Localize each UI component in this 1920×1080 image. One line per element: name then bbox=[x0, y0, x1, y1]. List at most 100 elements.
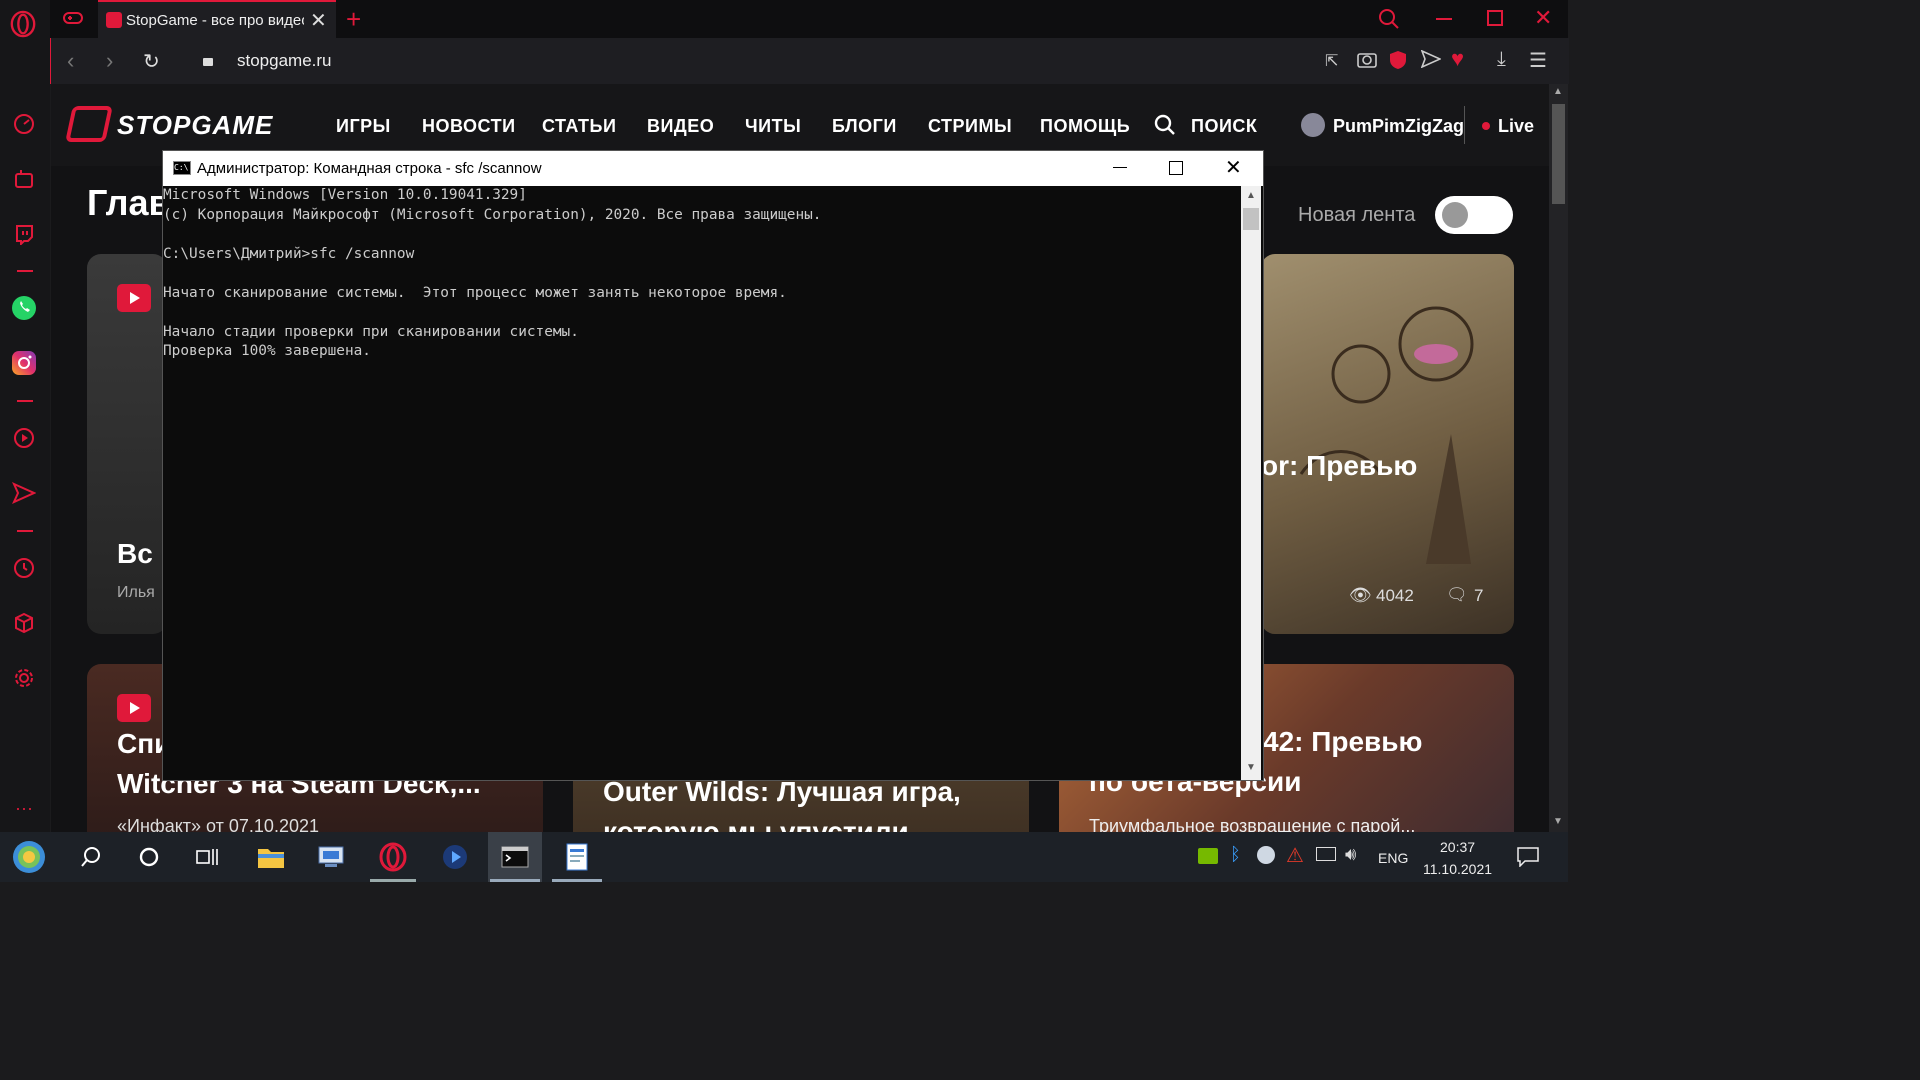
site-logo-text[interactable]: STOPGAME bbox=[117, 110, 273, 141]
twitch-icon[interactable] bbox=[10, 220, 38, 248]
username[interactable]: PumPimZigZag bbox=[1333, 116, 1464, 137]
user-avatar[interactable] bbox=[1301, 113, 1325, 137]
cmd-line: C:\Users\Дмитрий>sfc /scannow bbox=[163, 245, 415, 262]
live-link[interactable]: Live bbox=[1498, 116, 1534, 137]
whatsapp-icon[interactable] bbox=[10, 294, 38, 322]
network-tray-icon[interactable] bbox=[1316, 847, 1336, 861]
nav-blogs[interactable]: БЛОГИ bbox=[832, 116, 897, 137]
opera-gx-taskbar-icon[interactable] bbox=[376, 840, 410, 874]
cmd-maximize-icon[interactable] bbox=[1169, 161, 1183, 175]
cmd-taskbar-icon[interactable] bbox=[498, 840, 532, 874]
extensions-cube-icon[interactable] bbox=[10, 609, 38, 637]
settings-gear-icon[interactable] bbox=[10, 664, 38, 692]
restore-icon[interactable] bbox=[1487, 10, 1503, 26]
cmd-scroll-up-icon[interactable]: ▲ bbox=[1246, 190, 1256, 201]
comments-icon: 🗨 bbox=[1446, 585, 1468, 604]
player-icon[interactable] bbox=[10, 424, 38, 452]
video-play-icon bbox=[117, 694, 151, 722]
warning-tray-icon[interactable]: ⚠ bbox=[1286, 843, 1304, 868]
heart-icon[interactable]: ♥ bbox=[1451, 46, 1464, 72]
minimize-icon[interactable] bbox=[1436, 18, 1452, 20]
gx-control-icon[interactable] bbox=[10, 165, 38, 193]
url-field[interactable]: stopgame.ru bbox=[237, 51, 332, 71]
gamepad-icon[interactable] bbox=[62, 9, 84, 32]
cmd-line: Начало стадии проверки при сканировании … bbox=[163, 323, 579, 340]
cmd-titlebar[interactable]: C:\ Администратор: Командная строка - sf… bbox=[163, 151, 1263, 186]
speed-dial-icon[interactable] bbox=[10, 110, 38, 138]
scroll-down-icon[interactable]: ▼ bbox=[1553, 816, 1563, 827]
site-search-label[interactable]: ПОИСК bbox=[1191, 116, 1257, 137]
cmd-minimize-icon[interactable] bbox=[1113, 167, 1127, 168]
tab-close-icon[interactable]: ✕ bbox=[310, 8, 327, 33]
new-tab-icon[interactable]: + bbox=[346, 4, 361, 35]
nav-articles[interactable]: СТАТЬИ bbox=[542, 116, 616, 137]
clock-time[interactable]: 20:37 bbox=[1440, 839, 1475, 855]
language-indicator[interactable]: ENG bbox=[1378, 850, 1408, 866]
cmd-line bbox=[163, 225, 1241, 245]
cmd-line: Начато сканирование системы. Этот процес… bbox=[163, 284, 787, 301]
nvidia-tray-icon[interactable] bbox=[1198, 848, 1218, 864]
site-search-icon[interactable] bbox=[1154, 114, 1176, 141]
cmd-line bbox=[163, 303, 1241, 323]
back-icon[interactable]: ‹ bbox=[67, 48, 74, 74]
card-subtitle: Триумфальное возвращение с парой... bbox=[1089, 816, 1416, 832]
adblock-shield-icon[interactable] bbox=[1389, 50, 1407, 75]
cmd-scroll-down-icon[interactable]: ▼ bbox=[1246, 762, 1256, 773]
article-card[interactable]: Вс Илья bbox=[87, 254, 167, 634]
forward-icon[interactable]: › bbox=[106, 48, 113, 74]
media-player-icon[interactable] bbox=[438, 840, 472, 874]
stopgame-favicon-icon bbox=[106, 12, 122, 28]
cmd-output[interactable]: Microsoft Windows [Version 10.0.19041.32… bbox=[163, 186, 1241, 780]
nav-news[interactable]: НОВОСТИ bbox=[422, 116, 516, 137]
easy-setup-icon[interactable]: ☰ bbox=[1529, 48, 1547, 73]
nav-help[interactable]: ПОМОЩЬ bbox=[1040, 116, 1130, 137]
close-window-icon[interactable]: ✕ bbox=[1534, 5, 1552, 31]
cmd-window[interactable]: C:\ Администратор: Командная строка - sf… bbox=[162, 150, 1264, 781]
nav-video[interactable]: ВИДЕО bbox=[647, 116, 714, 137]
send-icon[interactable] bbox=[10, 479, 38, 507]
opera-logo-icon[interactable] bbox=[9, 10, 37, 38]
history-icon[interactable] bbox=[10, 554, 38, 582]
download-icon[interactable]: ⤓ bbox=[1497, 48, 1506, 71]
steam-tray-icon[interactable] bbox=[1257, 846, 1275, 864]
reload-icon[interactable]: ↻ bbox=[143, 49, 160, 74]
lock-icon[interactable] bbox=[203, 58, 213, 66]
file-explorer-icon[interactable] bbox=[254, 840, 288, 874]
live-dot-icon bbox=[1482, 122, 1490, 130]
search-tabs-icon[interactable] bbox=[1378, 8, 1400, 35]
cmd-scroll-thumb[interactable] bbox=[1243, 208, 1259, 230]
start-orb-icon[interactable] bbox=[12, 840, 46, 874]
cmd-scrollbar[interactable]: ▲ ▼ bbox=[1241, 186, 1261, 780]
page-scrollbar[interactable]: ▲ ▼ bbox=[1549, 84, 1568, 832]
cmd-close-icon[interactable]: ✕ bbox=[1225, 155, 1242, 180]
card-title: 42: Превью bbox=[1263, 726, 1423, 757]
alchemy-illustration bbox=[1299, 306, 1474, 564]
camera-icon[interactable] bbox=[1357, 50, 1377, 73]
clock-date[interactable]: 11.10.2021 bbox=[1423, 861, 1492, 877]
tab-stopgame[interactable]: StopGame - все про видео ✕ bbox=[98, 0, 336, 38]
cmd-title: Администратор: Командная строка - sfc /s… bbox=[197, 160, 542, 177]
bluetooth-tray-icon[interactable]: ᛒ bbox=[1230, 844, 1241, 865]
volume-tray-icon[interactable]: 🔊︎ bbox=[1345, 844, 1356, 865]
card-title: or: Превью bbox=[1261, 450, 1418, 481]
more-dots-icon[interactable]: ··· bbox=[10, 794, 38, 822]
nav-streams[interactable]: СТРИМЫ bbox=[928, 116, 1012, 137]
task-view-icon[interactable] bbox=[190, 840, 224, 874]
stopgame-logo-icon[interactable] bbox=[65, 106, 113, 142]
new-feed-toggle[interactable] bbox=[1435, 196, 1513, 234]
cortana-icon[interactable] bbox=[132, 840, 166, 874]
share-icon[interactable]: ⇱ bbox=[1325, 51, 1338, 71]
send-page-icon[interactable] bbox=[1420, 49, 1442, 73]
wordpad-icon[interactable] bbox=[560, 840, 594, 874]
instagram-icon[interactable] bbox=[10, 349, 38, 377]
scroll-thumb[interactable] bbox=[1552, 104, 1565, 204]
article-card[interactable]: or: Превью 👁 4042 🗨 7 bbox=[1261, 254, 1514, 634]
nav-cheats[interactable]: ЧИТЫ bbox=[745, 116, 801, 137]
sidebar-divider bbox=[17, 530, 33, 532]
scroll-up-icon[interactable]: ▲ bbox=[1553, 86, 1563, 97]
card-title: Вс bbox=[117, 538, 153, 569]
nav-games[interactable]: ИГРЫ bbox=[336, 116, 391, 137]
search-icon[interactable] bbox=[74, 840, 108, 874]
control-panel-icon[interactable] bbox=[314, 840, 348, 874]
notifications-icon[interactable] bbox=[1517, 847, 1539, 872]
